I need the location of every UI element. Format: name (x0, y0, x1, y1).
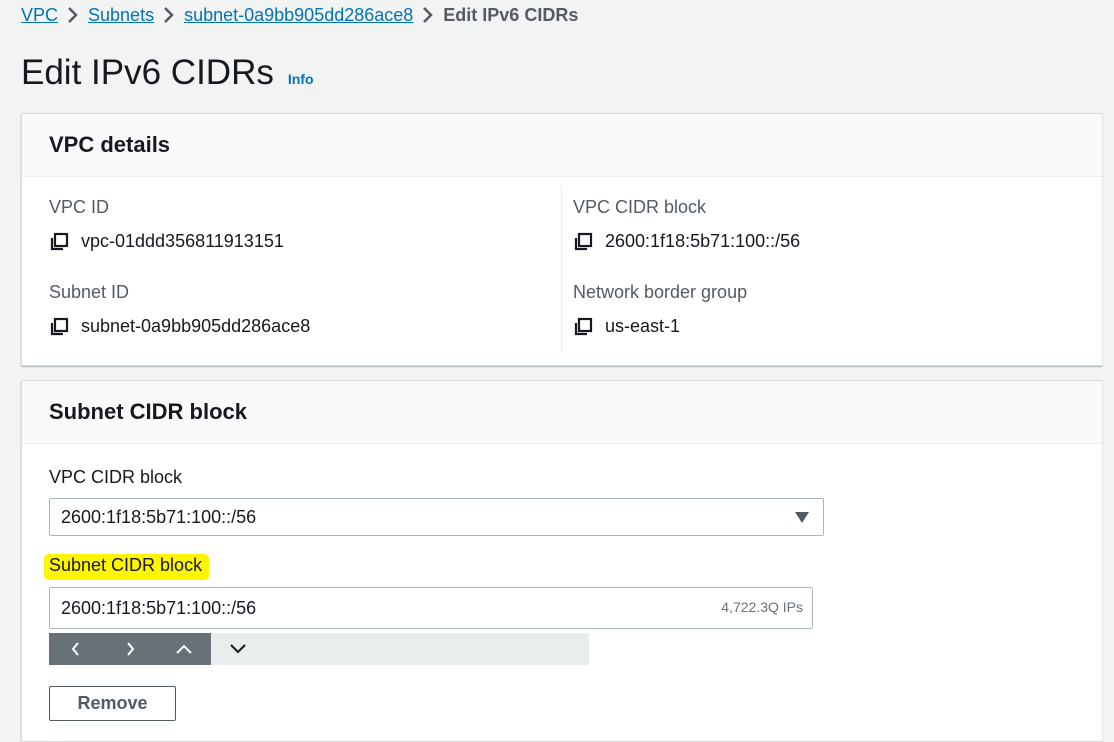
info-link[interactable]: Info (288, 71, 314, 87)
breadcrumb-link-subnet[interactable]: subnet-0a9bb905dd286ace8 (184, 5, 413, 26)
subnet-cidr-input-label: Subnet CIDR block (49, 555, 209, 576)
subnet-cidr-input-wrapper: 4,722.3Q IPs (49, 587, 813, 629)
vpc-cidr-text: 2600:1f18:5b71:100::/56 (605, 231, 801, 251)
highlighted-label: Subnet CIDR block (49, 555, 209, 575)
chevron-right-icon[interactable] (103, 633, 157, 665)
page-header: Edit IPv6 CIDRs Info (21, 50, 314, 96)
subnet-cidr-heading: Subnet CIDR block (49, 399, 248, 424)
vpc-id-label: VPC ID (49, 197, 110, 217)
vpc-cidr-label: VPC CIDR block (573, 197, 707, 217)
subnet-cidr-input[interactable] (61, 588, 661, 628)
vpc-details-heading: VPC details (49, 132, 171, 157)
subnet-id-label: Subnet ID (49, 282, 130, 302)
breadcrumb: VPC Subnets subnet-0a9bb905dd286ace8 Edi… (21, 3, 578, 27)
vpc-cidr-selected-value: 2600:1f18:5b71:100::/56 (61, 506, 257, 527)
page-title: Edit IPv6 CIDRs (21, 53, 274, 92)
breadcrumb-link-vpc[interactable]: VPC (21, 5, 58, 26)
chevron-right-icon (154, 3, 184, 27)
copy-icon[interactable] (49, 232, 69, 252)
subnet-id-value: subnet-0a9bb905dd286ace8 (49, 316, 310, 337)
vpc-cidr-value: 2600:1f18:5b71:100::/56 (573, 231, 800, 252)
subnet-cidr-header: Subnet CIDR block (22, 381, 1102, 444)
chevron-up-icon[interactable] (157, 633, 211, 665)
subnet-id-text: subnet-0a9bb905dd286ace8 (81, 316, 311, 336)
vpc-cidr-select-label: VPC CIDR block (49, 467, 183, 487)
breadcrumb-current: Edit IPv6 CIDRs (443, 4, 579, 25)
copy-icon[interactable] (49, 317, 69, 337)
column-divider (561, 186, 562, 354)
chevron-left-icon[interactable] (49, 633, 103, 665)
vpc-details-header: VPC details (22, 114, 1102, 177)
vpc-details-panel: VPC details VPC ID vpc-01ddd356811913151… (21, 113, 1102, 366)
vpc-id-text: vpc-01ddd356811913151 (81, 231, 284, 251)
cidr-stepper (49, 633, 589, 665)
copy-icon[interactable] (573, 232, 593, 252)
remove-button[interactable]: Remove (49, 686, 176, 721)
copy-icon[interactable] (573, 317, 593, 337)
breadcrumb-link-subnets[interactable]: Subnets (88, 5, 154, 26)
ip-count: 4,722.3Q IPs (721, 599, 803, 615)
vpc-cidr-select[interactable]: 2600:1f18:5b71:100::/56 (49, 498, 824, 536)
caret-down-icon (795, 512, 809, 523)
network-border-group-label: Network border group (573, 282, 748, 302)
network-border-group-value: us-east-1 (573, 316, 680, 337)
subnet-cidr-panel: Subnet CIDR block VPC CIDR block 2600:1f… (21, 380, 1102, 742)
chevron-right-icon (413, 3, 443, 27)
vpc-id-value: vpc-01ddd356811913151 (49, 231, 284, 252)
chevron-down-icon[interactable] (211, 633, 265, 665)
chevron-right-icon (58, 3, 88, 27)
network-border-group-text: us-east-1 (605, 316, 681, 336)
